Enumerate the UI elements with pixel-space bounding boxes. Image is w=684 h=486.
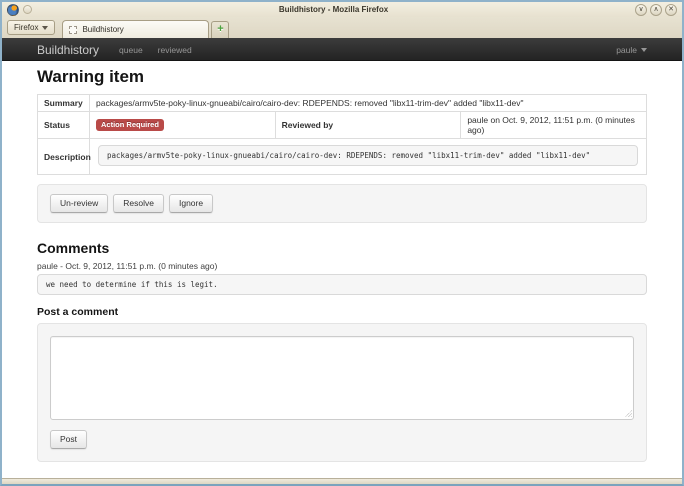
- user-menu[interactable]: paule: [616, 45, 647, 55]
- user-caret-icon: [641, 48, 647, 52]
- actions-well: Un-review Resolve Ignore: [37, 184, 647, 223]
- status-label: Status: [38, 112, 90, 139]
- tab-bar: Firefox Buildhistory +: [2, 17, 682, 38]
- comments-heading: Comments: [37, 240, 647, 256]
- comment-textarea-wrap: [50, 336, 634, 420]
- app-menu-icon[interactable]: [23, 5, 32, 14]
- resolve-button[interactable]: Resolve: [113, 194, 164, 213]
- post-comment-heading: Post a comment: [37, 306, 647, 318]
- addon-bar: [2, 478, 682, 484]
- chevron-down-icon: [42, 26, 48, 30]
- title-bar: Buildhistory - Mozilla Firefox ∨ ∧ ✕: [2, 2, 682, 17]
- reviewed-by-value: paule on Oct. 9, 2012, 11:51 p.m. (0 min…: [461, 112, 647, 139]
- firefox-logo-icon: [7, 4, 19, 16]
- post-comment-well: Post: [37, 323, 647, 462]
- page-navbar: Buildhistory queue reviewed paule: [2, 38, 682, 61]
- minimize-button[interactable]: ∨: [635, 4, 647, 16]
- close-button[interactable]: ✕: [665, 4, 677, 16]
- firefox-menu-label: Firefox: [14, 23, 38, 32]
- post-button[interactable]: Post: [50, 430, 87, 449]
- description-cell: packages/armv5te-poky-linux-gnueabi/cair…: [90, 139, 647, 175]
- nav-link-reviewed[interactable]: reviewed: [158, 45, 192, 55]
- ignore-button[interactable]: Ignore: [169, 194, 213, 213]
- tab-buildhistory[interactable]: Buildhistory: [62, 20, 209, 38]
- nav-link-queue[interactable]: queue: [119, 45, 143, 55]
- post-button-row: Post: [50, 429, 634, 449]
- page-title: Warning item: [37, 67, 647, 87]
- unreview-button[interactable]: Un-review: [50, 194, 108, 213]
- window-title: Buildhistory - Mozilla Firefox: [36, 2, 631, 17]
- warning-details-table: Summary packages/armv5te-poky-linux-gnue…: [37, 94, 647, 175]
- firefox-menu-button[interactable]: Firefox: [7, 20, 55, 35]
- status-badge: Action Required: [96, 119, 164, 131]
- description-code: packages/armv5te-poky-linux-gnueabi/cair…: [98, 145, 638, 166]
- comment-meta: paule - Oct. 9, 2012, 11:51 p.m. (0 minu…: [37, 261, 647, 271]
- maximize-button[interactable]: ∧: [650, 4, 662, 16]
- tab-title: Buildhistory: [82, 25, 123, 34]
- table-row-summary: Summary packages/armv5te-poky-linux-gnue…: [38, 95, 647, 112]
- summary-label: Summary: [38, 95, 90, 112]
- description-label: Description: [38, 139, 90, 175]
- window-controls: ∨ ∧ ✕: [635, 4, 677, 16]
- page-content: Warning item Summary packages/armv5te-po…: [2, 61, 682, 478]
- user-menu-label: paule: [616, 45, 637, 55]
- table-row-description: Description packages/armv5te-poky-linux-…: [38, 139, 647, 175]
- comment-input[interactable]: [50, 336, 634, 420]
- new-tab-button[interactable]: +: [211, 21, 229, 38]
- textarea-resize-grip[interactable]: [625, 410, 632, 417]
- table-row-status: Status Action Required Reviewed by paule…: [38, 112, 647, 139]
- comment-body: we need to determine if this is legit.: [37, 274, 647, 295]
- summary-value: packages/armv5te-poky-linux-gnueabi/cair…: [90, 95, 647, 112]
- reviewed-by-label: Reviewed by: [275, 112, 461, 139]
- comment-item: paule - Oct. 9, 2012, 11:51 p.m. (0 minu…: [37, 261, 647, 295]
- tab-favicon-icon: [69, 26, 77, 34]
- status-cell: Action Required: [90, 112, 276, 139]
- navbar-brand[interactable]: Buildhistory: [37, 43, 99, 57]
- firefox-window: Buildhistory - Mozilla Firefox ∨ ∧ ✕ Fir…: [0, 0, 684, 486]
